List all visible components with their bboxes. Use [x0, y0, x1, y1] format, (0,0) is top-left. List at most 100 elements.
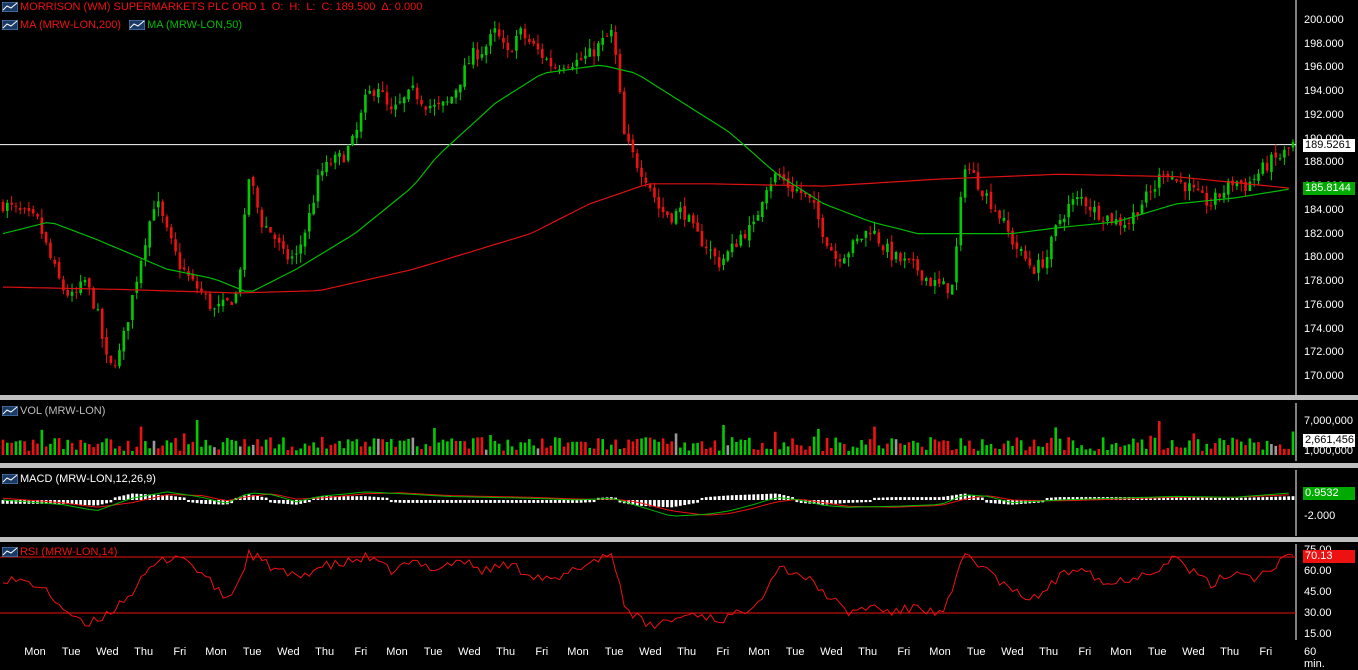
macd-histogram-bar	[540, 500, 544, 503]
pane-separator[interactable]	[0, 463, 1358, 468]
rsi-chart[interactable]	[0, 544, 1358, 640]
macd-histogram-bar	[558, 500, 561, 503]
macd-histogram-bar	[834, 500, 838, 504]
volume-bar	[234, 440, 238, 455]
candle-body	[118, 350, 121, 367]
volume-bar	[553, 437, 557, 455]
macd-histogram-bar	[1261, 497, 1265, 500]
volume-bar	[238, 446, 242, 455]
volume-bar	[381, 439, 384, 455]
volume-bar	[502, 450, 505, 455]
candle-body	[200, 288, 203, 292]
macd-histogram-bar	[545, 500, 549, 503]
price-pane[interactable]: MORRISON (WM) SUPERMARKETS PLC ORD 1 O: …	[0, 0, 1358, 395]
candle-body	[299, 244, 302, 254]
macd-pane[interactable]: MACD (MRW-LON,12,26,9) 0.9532 -2.000	[0, 470, 1358, 536]
macd-histogram-bar	[670, 500, 674, 508]
volume-bar	[903, 444, 907, 455]
candle-body	[467, 63, 471, 65]
volume-bar	[1153, 437, 1157, 455]
candle-body	[174, 239, 177, 252]
candle-body	[886, 243, 889, 252]
candle-body	[679, 207, 682, 213]
candle-body	[739, 234, 743, 246]
rsi-pane[interactable]: RSI (MRW-LON,14) 75.0060.0045.0030.0015.…	[0, 544, 1358, 640]
volume-bar	[338, 440, 341, 455]
macd-histogram-bar	[713, 496, 717, 500]
chart-icon	[2, 547, 18, 557]
volume-bar	[118, 446, 121, 455]
macd-histogram-bar	[200, 500, 203, 504]
volume-bar	[79, 439, 82, 455]
volume-bar	[1054, 427, 1058, 455]
macd-histogram-bar	[989, 500, 993, 504]
volume-bar	[325, 448, 328, 455]
volume-bar	[1175, 446, 1178, 455]
interval-label: 60 min.	[1304, 646, 1325, 670]
volume-bar	[100, 442, 104, 455]
candle-body	[748, 225, 751, 241]
price-chart[interactable]	[0, 0, 1358, 395]
candle-body	[1106, 215, 1109, 221]
candle-body	[566, 66, 570, 68]
volume-bar	[838, 442, 842, 455]
candle-body	[1097, 205, 1101, 220]
volume-bar	[1145, 448, 1148, 455]
candle-body	[735, 243, 738, 248]
macd-histogram-bar	[109, 500, 113, 503]
volume-bar	[1252, 442, 1256, 455]
volume-bar	[597, 438, 600, 455]
volume-bar	[66, 439, 70, 455]
volume-bar	[364, 441, 367, 455]
volume-chart[interactable]	[0, 403, 1358, 461]
volume-bar	[540, 438, 544, 455]
volume-bar	[428, 446, 432, 455]
macd-histogram-bar	[1205, 497, 1209, 500]
candle-body	[251, 177, 255, 186]
candle-body	[1222, 192, 1226, 198]
volume-bar	[1015, 437, 1019, 455]
macd-histogram-bar	[756, 494, 760, 500]
candle-body	[946, 283, 950, 294]
macd-histogram-bar	[493, 500, 497, 503]
candle-body	[359, 112, 363, 132]
macd-histogram-bar	[411, 500, 415, 503]
volume-bar	[489, 435, 492, 455]
macd-histogram-bar	[428, 500, 432, 503]
macd-histogram-bar	[489, 500, 492, 503]
volume-bar	[113, 448, 117, 455]
pane-separator[interactable]	[0, 537, 1358, 542]
candle-body	[955, 246, 958, 283]
volume-bar	[450, 438, 453, 455]
candle-body	[981, 190, 984, 197]
candle-body	[161, 201, 164, 217]
candle-body	[377, 88, 380, 98]
macd-histogram-bar	[1231, 497, 1234, 500]
macd-histogram-bar	[502, 500, 505, 503]
volume-bar	[277, 444, 281, 455]
macd-legend: MACD (MRW-LON,12,26,9)	[0, 472, 162, 486]
volume-pane[interactable]: VOL (MRW-LON) 7,000,000 1,000,000 2,661,…	[0, 403, 1358, 461]
macd-histogram-bar	[864, 500, 868, 503]
volume-bar	[817, 428, 820, 455]
day-label: Thu	[134, 646, 154, 658]
volume-bar	[1136, 442, 1139, 455]
candle-body	[933, 280, 937, 286]
volume-bar	[1196, 439, 1200, 455]
candle-body	[463, 65, 466, 87]
macd-histogram-bar	[911, 497, 915, 500]
macd-histogram-bar	[519, 500, 523, 503]
candle-body	[1257, 173, 1260, 182]
candle-body	[157, 201, 160, 208]
macd-histogram-bar	[920, 497, 924, 500]
price-tick: 192.000	[1304, 108, 1344, 121]
candle-body	[1283, 149, 1286, 158]
candle-body	[364, 94, 367, 113]
macd-histogram-bar	[415, 500, 419, 503]
macd-chart[interactable]	[0, 470, 1358, 536]
pane-separator[interactable]	[0, 395, 1358, 400]
volume-bar	[454, 440, 458, 455]
volume-bar	[528, 439, 531, 455]
volume-bar	[532, 445, 535, 455]
candle-body	[407, 89, 410, 100]
